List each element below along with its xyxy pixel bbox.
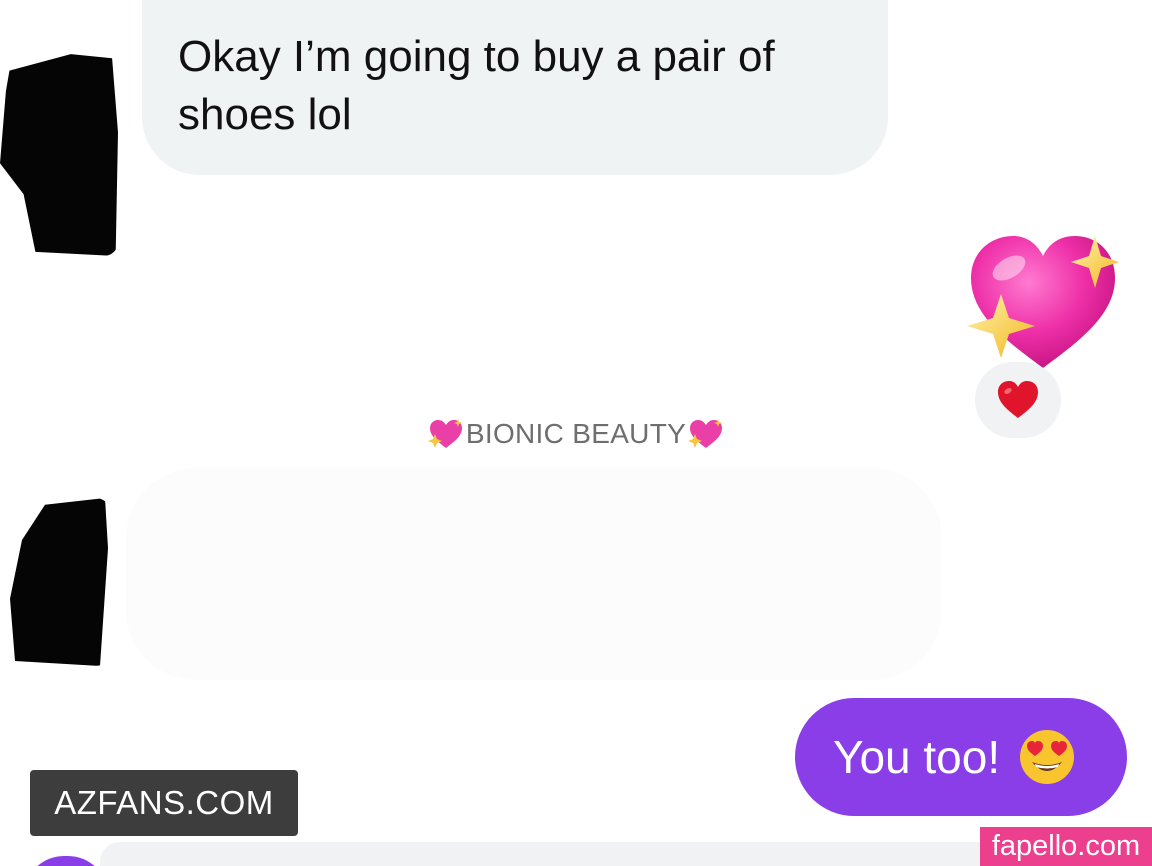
incoming-message-bubble[interactable]: Okay I’m going to buy a pair of shoes lo… bbox=[142, 0, 888, 175]
redacted-avatar bbox=[0, 54, 118, 256]
divider-label: BIONIC BEAUTY bbox=[465, 418, 687, 449]
chat-screen: Okay I’m going to buy a pair of shoes lo… bbox=[0, 0, 1152, 866]
chat-divider: BIONIC BEAUTY bbox=[0, 414, 1152, 454]
incoming-message-text: Okay I’m going to buy a pair of shoes lo… bbox=[178, 32, 775, 139]
outgoing-message-text: You too! bbox=[833, 731, 1001, 783]
heart-eyes-emoji-icon bbox=[1020, 730, 1075, 784]
outgoing-message-bubble[interactable]: You too! bbox=[795, 698, 1127, 816]
sparkling-heart-icon bbox=[688, 419, 723, 448]
sparkling-heart-sticker-icon[interactable] bbox=[965, 232, 1121, 372]
watermark-fapello: fapello.com bbox=[980, 827, 1152, 866]
watermark-azfans: AZFANS.COM bbox=[30, 770, 298, 836]
sparkling-heart-icon bbox=[427, 419, 462, 448]
user-avatar[interactable] bbox=[24, 856, 108, 866]
incoming-message-bubble-blank[interactable] bbox=[126, 468, 942, 680]
redacted-avatar bbox=[10, 498, 108, 666]
message-composer[interactable] bbox=[100, 842, 980, 866]
